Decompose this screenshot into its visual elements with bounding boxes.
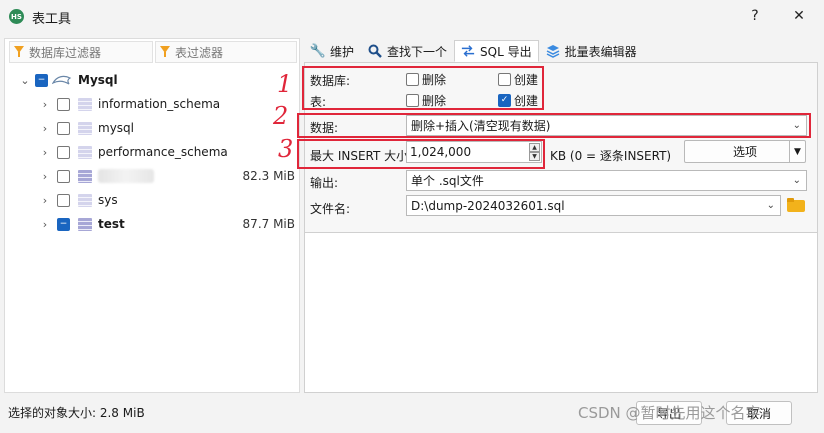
item-checkbox[interactable] (57, 97, 70, 111)
tab-bar: 🔧 维护 查找下一个 SQL 导出 批量表编辑器 (304, 40, 644, 62)
chevron-right-icon[interactable]: › (39, 122, 51, 135)
database-icon (78, 97, 92, 111)
tab-bulk-editor[interactable]: 批量表编辑器 (539, 40, 644, 62)
item-checkbox[interactable]: − (57, 217, 70, 231)
tab-maintenance[interactable]: 🔧 维护 (304, 40, 361, 62)
table-filter-input[interactable]: 表过滤器 (155, 41, 297, 63)
close-button[interactable]: ✕ (786, 4, 812, 28)
output-label: 输出: (310, 176, 339, 190)
database-icon (78, 193, 92, 207)
chevron-right-icon[interactable]: › (39, 98, 51, 111)
output-area (304, 232, 818, 393)
highlight-box-1 (302, 66, 544, 110)
tree-item-sys[interactable]: › sys (39, 189, 299, 211)
tree-item-label: sys (98, 193, 118, 207)
chevron-down-icon[interactable]: ⌄ (19, 74, 31, 87)
layers-icon (546, 44, 560, 58)
tree-root-mysql[interactable]: ⌄ − Mysql (19, 69, 299, 91)
annotation-number: 2 (273, 102, 289, 130)
status-selected-size: 选择的对象大小: 2.8 MiB (8, 406, 145, 420)
output-select[interactable]: 单个 .sql文件 ⌄ (406, 170, 807, 191)
database-selected-icon (78, 217, 92, 231)
tree-item-size: 87.7 MiB (242, 217, 295, 231)
database-icon (78, 169, 92, 183)
object-tree-pane: 数据库过滤器 表过滤器 ⌄ − Mysql › information_sche… (4, 38, 300, 393)
export-arrows-icon (461, 44, 475, 58)
watermark: CSDN @暂时先用这个名字 (578, 404, 761, 422)
annotation-number: 1 (277, 70, 293, 98)
dolphin-icon (51, 74, 74, 86)
tree-item-label: performance_schema (98, 145, 228, 159)
chevron-down-icon: ⌄ (766, 200, 775, 211)
app-icon: HS (9, 9, 24, 24)
highlight-box-3 (297, 139, 545, 169)
item-checkbox[interactable] (57, 121, 70, 135)
database-filter-input[interactable]: 数据库过滤器 (9, 41, 153, 63)
caret-down-icon[interactable]: ▼ (789, 141, 805, 162)
chevron-right-icon[interactable]: › (39, 170, 51, 183)
search-icon (368, 44, 382, 58)
chevron-right-icon[interactable]: › (39, 146, 51, 159)
tree-item-size: 82.3 MiB (242, 169, 295, 183)
help-button[interactable]: ? (742, 4, 768, 28)
filter-icon (160, 46, 170, 58)
kb-note: KB (0 = 逐条INSERT) (550, 149, 672, 163)
redacted-label (98, 169, 154, 183)
wrench-icon: 🔧 (309, 43, 327, 59)
tree-item-test[interactable]: › − test 87.7 MiB (39, 213, 299, 235)
tree-item-blurred[interactable]: › 82.3 MiB (39, 165, 299, 187)
item-checkbox[interactable] (57, 193, 70, 207)
database-icon (78, 121, 92, 135)
window-title: 表工具 (32, 12, 72, 27)
filename-input[interactable]: D:\dump-2024032601.sql ⌄ (406, 195, 781, 216)
options-button[interactable]: 选项 ▼ (684, 140, 806, 163)
root-checkbox[interactable]: − (35, 73, 48, 87)
annotation-number: 3 (278, 135, 294, 163)
item-checkbox[interactable] (57, 169, 70, 183)
tree-root-label: Mysql (78, 73, 118, 87)
database-icon (78, 145, 92, 159)
tab-sql-export[interactable]: SQL 导出 (454, 40, 539, 62)
highlight-box-2 (297, 113, 811, 138)
title-bar: HS 表工具 ? ✕ (0, 0, 824, 32)
tree-item-label: mysql (98, 121, 134, 135)
item-checkbox[interactable] (57, 145, 70, 159)
filter-icon (14, 46, 24, 58)
chevron-right-icon[interactable]: › (39, 218, 51, 231)
tree-item-label: test (98, 217, 125, 231)
tree-item-performance-schema[interactable]: › performance_schema (39, 141, 299, 163)
chevron-down-icon: ⌄ (792, 175, 801, 186)
tree-item-mysql[interactable]: › mysql (39, 117, 299, 139)
tree-item-label: information_schema (98, 97, 221, 111)
chevron-right-icon[interactable]: › (39, 194, 51, 207)
tab-find-next[interactable]: 查找下一个 (361, 40, 454, 62)
tree-item-information-schema[interactable]: › information_schema (39, 93, 299, 115)
folder-icon[interactable] (786, 197, 806, 213)
filename-label: 文件名: (310, 202, 351, 216)
